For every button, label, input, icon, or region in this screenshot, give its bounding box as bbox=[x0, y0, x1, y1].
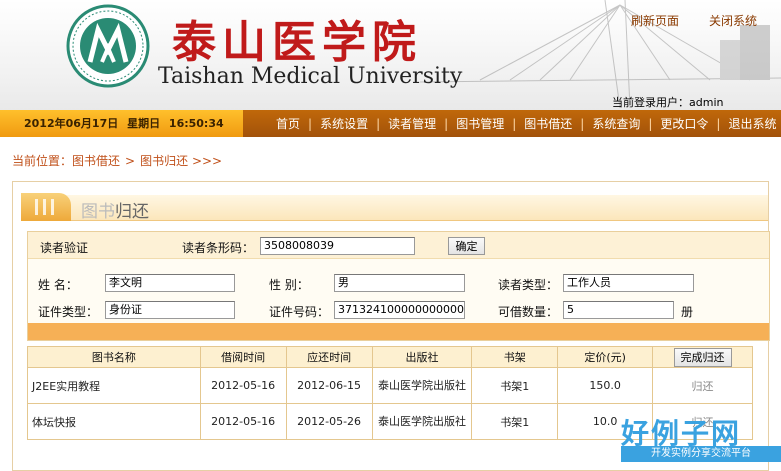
breadcrumb-chevron-icon: > bbox=[125, 154, 136, 168]
reader-type-label: 读者类型： bbox=[498, 278, 559, 292]
panel-title: 图书归还 bbox=[81, 197, 149, 222]
confirm-button[interactable]: 确定 bbox=[448, 237, 485, 255]
reader-verification-form: 读者验证 读者条形码： 3508008039 确定 姓 名： 李文明 性 别： … bbox=[27, 231, 770, 341]
university-seal-logo bbox=[66, 4, 150, 88]
shelf-cell: 书架1 bbox=[471, 403, 559, 440]
id-type-field[interactable]: 身份证 bbox=[105, 301, 235, 319]
shelf-cell: 书架1 bbox=[471, 367, 559, 404]
breadcrumb-borrow-return[interactable]: 图书借还 bbox=[72, 154, 120, 168]
date-time-display: 2012年06月17日 星期日 16:50:34 bbox=[0, 110, 243, 137]
reader-verify-label: 读者验证 bbox=[40, 241, 89, 255]
col-action: 完成归还 bbox=[652, 346, 753, 368]
current-user-label: 当前登录用户：admin bbox=[612, 96, 724, 109]
nav-borrow-return[interactable]: 图书借还 bbox=[516, 115, 580, 132]
col-publisher: 出版社 bbox=[371, 346, 473, 368]
reader-type-field[interactable]: 工作人员 bbox=[563, 274, 694, 292]
university-name-en: Taishan Medical University bbox=[158, 64, 463, 89]
panel-title-bar: 图书归还 bbox=[21, 193, 768, 222]
due-date-cell: 2012-06-15 bbox=[285, 367, 373, 404]
complete-return-button[interactable]: 完成归还 bbox=[673, 347, 732, 367]
books-icon bbox=[21, 193, 71, 221]
return-action-cell: 归还 bbox=[652, 367, 753, 404]
breadcrumb: 当前位置：图书借还 > 图书归还 >>> bbox=[12, 152, 222, 169]
nav-change-password[interactable]: 更改口令 bbox=[652, 115, 716, 132]
form-footer-bar bbox=[28, 323, 769, 340]
panel-title-highlight: 图书 bbox=[81, 202, 115, 222]
id-type-label: 证件类型： bbox=[38, 305, 99, 319]
quota-label: 可借数量： bbox=[498, 305, 559, 319]
col-price: 定价(元) bbox=[557, 346, 654, 368]
nav-reader-management[interactable]: 读者管理 bbox=[380, 115, 444, 132]
table-header-row: 图书名称 借阅时间 应还时间 出版社 书架 定价(元) 完成归还 bbox=[27, 346, 753, 368]
id-number-label: 证件号码： bbox=[269, 305, 330, 319]
book-title-cell: J2EE实用教程 bbox=[27, 367, 201, 404]
reader-verify-header: 读者验证 读者条形码： 3508008039 确定 bbox=[28, 232, 769, 259]
borrow-quota-field[interactable]: 5 bbox=[563, 301, 674, 319]
return-link[interactable]: 归还 bbox=[692, 380, 714, 393]
table-row: J2EE实用教程 2012-05-16 2012-06-15 泰山医学院出版社 … bbox=[27, 367, 753, 404]
reader-name-field[interactable]: 李文明 bbox=[105, 274, 235, 292]
publisher-cell: 泰山医学院出版社 bbox=[371, 403, 473, 440]
nav-system-settings[interactable]: 系统设置 bbox=[312, 115, 376, 132]
name-label: 姓 名： bbox=[38, 278, 78, 292]
nav-book-management[interactable]: 图书管理 bbox=[448, 115, 512, 132]
weekday-text: 星期日 bbox=[127, 117, 161, 130]
quota-unit-label: 册 bbox=[681, 305, 694, 319]
borrow-date-cell: 2012-05-16 bbox=[199, 367, 287, 404]
refresh-page-link[interactable]: 刷新页面 bbox=[631, 12, 679, 29]
id-number-field[interactable]: 371324100000000000 bbox=[334, 301, 465, 319]
publisher-cell: 泰山医学院出版社 bbox=[371, 367, 473, 404]
breadcrumb-prefix: 当前位置： bbox=[12, 154, 73, 168]
breadcrumb-arrows: >>> bbox=[191, 154, 223, 168]
header: 泰山医学院 Taishan Medical University 刷新页面 关闭… bbox=[0, 0, 781, 110]
breadcrumb-book-return[interactable]: 图书归还 bbox=[140, 154, 188, 168]
reader-gender-field[interactable]: 男 bbox=[334, 274, 465, 292]
university-name-cn: 泰山医学院 bbox=[172, 17, 422, 68]
book-title-cell: 体坛快报 bbox=[27, 403, 201, 440]
watermark-subtitle: 开发实例分享交流平台 bbox=[621, 446, 781, 462]
col-shelf: 书架 bbox=[471, 346, 559, 368]
nav-system-query[interactable]: 系统查询 bbox=[584, 115, 648, 132]
close-system-link[interactable]: 关闭系统 bbox=[709, 12, 757, 29]
col-due-date: 应还时间 bbox=[285, 346, 373, 368]
time-text: 16:50:34 bbox=[168, 117, 224, 130]
price-cell: 150.0 bbox=[557, 367, 654, 404]
col-title: 图书名称 bbox=[27, 346, 201, 368]
reader-barcode-input[interactable]: 3508008039 bbox=[260, 237, 415, 255]
site-watermark: 好例子网 开发实例分享交流平台 bbox=[621, 412, 781, 471]
nav-exit-system[interactable]: 退出系统 bbox=[720, 115, 781, 132]
main-menu: 首页 | 系统设置 | 读者管理 | 图书管理 | 图书借还 | 系统查询 | 更改口令 | … bbox=[268, 110, 781, 137]
nav-bar: 2012年06月17日 星期日 16:50:34 首页 | 系统设置 | 读者管理 |… bbox=[0, 110, 781, 137]
gender-label: 性 别： bbox=[269, 278, 309, 292]
date-text: 2012年06月17日 bbox=[24, 117, 119, 130]
borrow-date-cell: 2012-05-16 bbox=[199, 403, 287, 440]
panel-title-rest: 归还 bbox=[115, 202, 149, 222]
col-borrow-date: 借阅时间 bbox=[199, 346, 287, 368]
barcode-label: 读者条形码： bbox=[182, 241, 255, 255]
nav-home[interactable]: 首页 bbox=[268, 115, 308, 132]
due-date-cell: 2012-05-26 bbox=[285, 403, 373, 440]
